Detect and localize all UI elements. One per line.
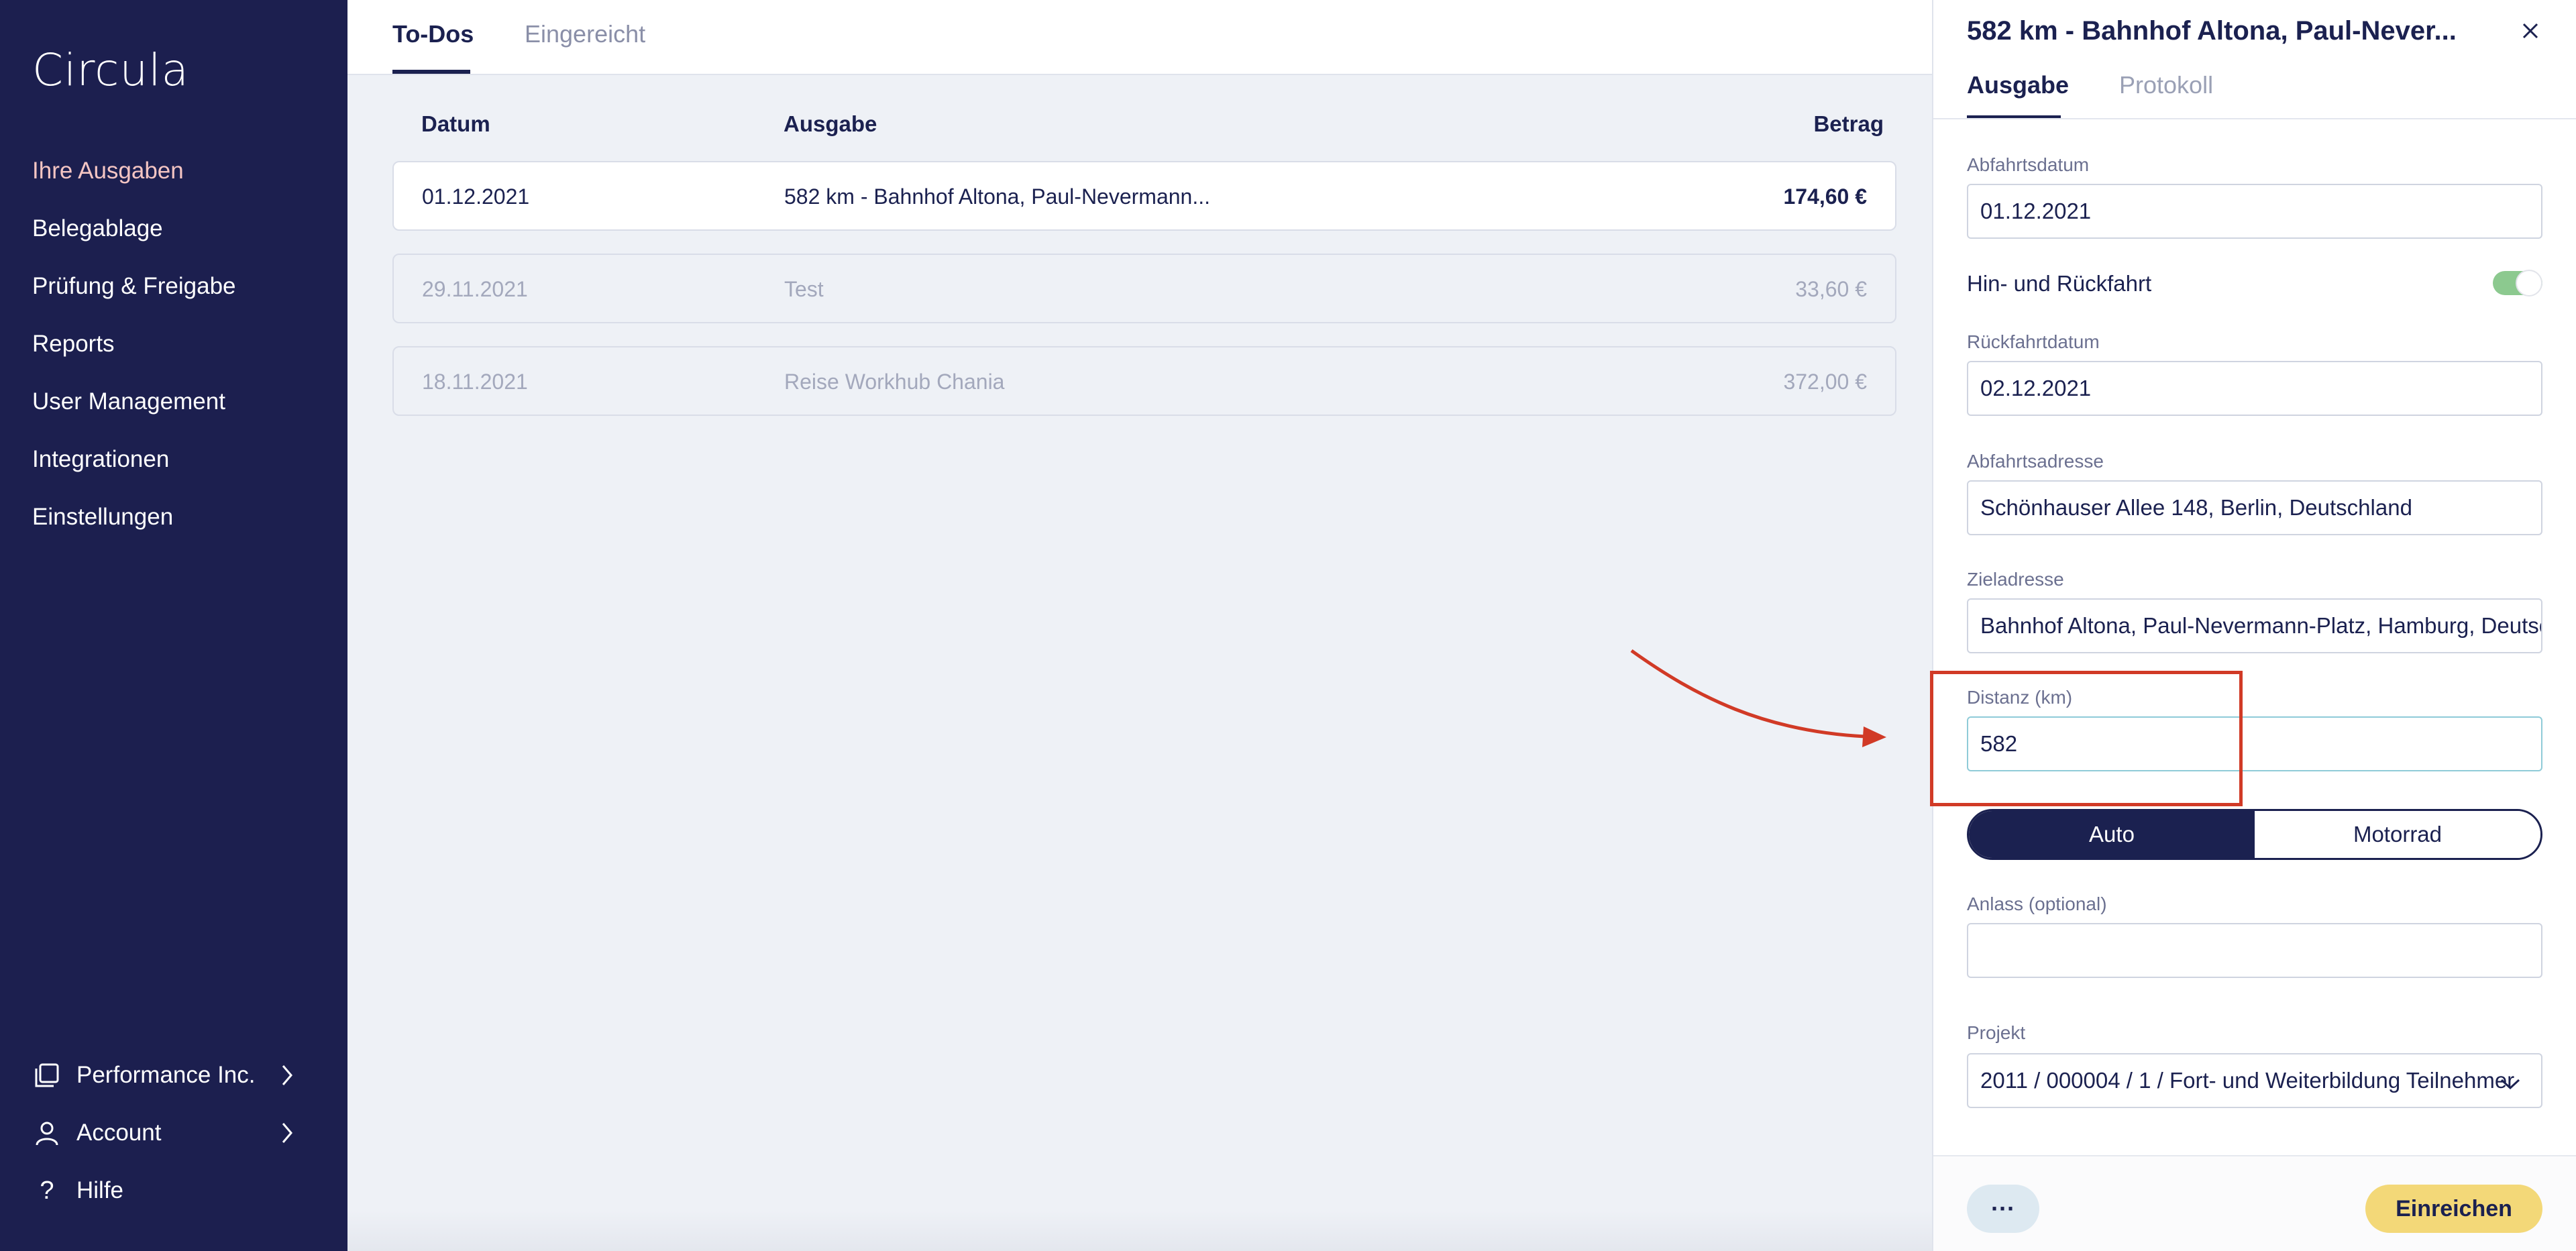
vehicle-type-selector: Auto Motorrad [1967,809,2542,860]
main-content: To-Dos Eingereicht Datum Ausgabe Betrag … [347,0,1932,1251]
column-header-ausgabe: Ausgabe [784,111,877,136]
return-date-label: Rückfahrtdatum [1967,331,2100,352]
column-header-datum: Datum [421,111,490,136]
round-trip-label: Hin- und Rückfahrt [1967,271,2152,296]
app-logo[interactable]: Circula [32,44,189,96]
company-switcher[interactable]: Performance Inc. [32,1046,314,1104]
sidebar-item-reports[interactable]: Reports [32,315,236,373]
sidebar-item-einstellungen[interactable]: Einstellungen [32,488,236,546]
main-tabs: To-Dos Eingereicht [347,0,1932,75]
panel-title: 582 km - Bahnhof Altona, Paul-Never... [1967,16,2457,46]
row-amount: 372,00 € [1783,370,1867,394]
account-label: Account [76,1120,162,1146]
sidebar: Circula Ihre Ausgaben Belegablage Prüfun… [0,0,347,1251]
sidebar-item-pruefung-freigabe[interactable]: Prüfung & Freigabe [32,258,236,315]
user-icon [32,1118,62,1148]
project-select[interactable]: 2011 / 000004 / 1 / Fort- und Weiterbild… [1967,1053,2542,1108]
help-icon: ? [40,1176,54,1205]
close-icon[interactable] [2517,17,2544,44]
help-link[interactable]: ? Hilfe [32,1162,314,1219]
sidebar-item-ihre-ausgaben[interactable]: Ihre Ausgaben [32,142,236,200]
departure-date-label: Abfahrtsdatum [1967,154,2090,175]
company-name: Performance Inc. [76,1062,256,1088]
row-amount: 174,60 € [1783,184,1867,209]
row-title: 582 km - Bahnhof Altona, Paul-Nevermann.… [784,184,1211,209]
row-date: 18.11.2021 [422,370,528,394]
expense-detail-panel: 582 km - Bahnhof Altona, Paul-Never... A… [1932,0,2576,1251]
vehicle-option-motorrad[interactable]: Motorrad [2255,811,2540,858]
table-row[interactable]: 18.11.2021 Reise Workhub Chania 372,00 € [392,346,1896,416]
toggle-knob [2516,270,2542,296]
submit-button[interactable]: Einreichen [2365,1185,2542,1233]
row-date: 01.12.2021 [422,184,530,209]
reason-label: Anlass (optional) [1967,893,2107,914]
departure-date-field[interactable]: 01.12.2021 [1967,184,2542,239]
tab-to-dos[interactable]: To-Dos [392,20,474,48]
return-date-field[interactable]: 02.12.2021 [1967,361,2542,416]
column-header-betrag: Betrag [1813,111,1884,136]
destination-address-label: Zieladresse [1967,569,2064,590]
destination-address-field[interactable]: Bahnhof Altona, Paul-Nevermann-Platz, Ha… [1967,598,2542,653]
sidebar-item-belegablage[interactable]: Belegablage [32,200,236,258]
project-value: 2011 / 000004 / 1 / Fort- und Weiterbild… [1980,1068,2515,1093]
row-title: Test [784,277,824,301]
sidebar-item-user-management[interactable]: User Management [32,373,236,431]
round-trip-toggle[interactable] [2493,270,2542,296]
reason-field[interactable] [1967,923,2542,978]
departure-address-label: Abfahrtsadresse [1967,451,2104,472]
annotation-arrow-icon [1630,649,1886,747]
tab-ausgabe[interactable]: Ausgabe [1967,71,2069,99]
table-row[interactable]: 29.11.2021 Test 33,60 € [392,254,1896,323]
departure-address-field[interactable]: Schönhauser Allee 148, Berlin, Deutschla… [1967,480,2542,535]
table-row[interactable]: 01.12.2021 582 km - Bahnhof Altona, Paul… [392,161,1896,231]
project-label: Projekt [1967,1022,2026,1043]
vehicle-option-auto[interactable]: Auto [1969,811,2255,858]
annotation-highlight-box [1930,671,2243,806]
active-tab-indicator [392,70,470,74]
panel-footer: ··· Einreichen [1933,1155,2576,1251]
sidebar-nav: Ihre Ausgaben Belegablage Prüfung & Frei… [32,142,236,546]
row-date: 29.11.2021 [422,277,528,301]
divider [1933,118,2576,119]
main-bottom-shade [347,1211,1932,1251]
sidebar-item-integrationen[interactable]: Integrationen [32,431,236,488]
sidebar-bottom: Performance Inc. Account ? Hilfe [32,1046,314,1219]
company-icon [32,1060,62,1090]
expense-list: 01.12.2021 582 km - Bahnhof Altona, Paul… [392,161,1896,439]
chevron-right-icon [280,1064,294,1093]
tab-protokoll[interactable]: Protokoll [2119,71,2213,99]
row-title: Reise Workhub Chania [784,370,1005,394]
chevron-right-icon [280,1122,294,1150]
row-amount: 33,60 € [1795,277,1867,301]
tab-eingereicht[interactable]: Eingereicht [525,20,645,48]
account-menu[interactable]: Account [32,1104,314,1162]
more-options-button[interactable]: ··· [1967,1185,2039,1233]
help-label: Hilfe [76,1177,124,1203]
chevron-down-icon [2500,1071,2521,1096]
